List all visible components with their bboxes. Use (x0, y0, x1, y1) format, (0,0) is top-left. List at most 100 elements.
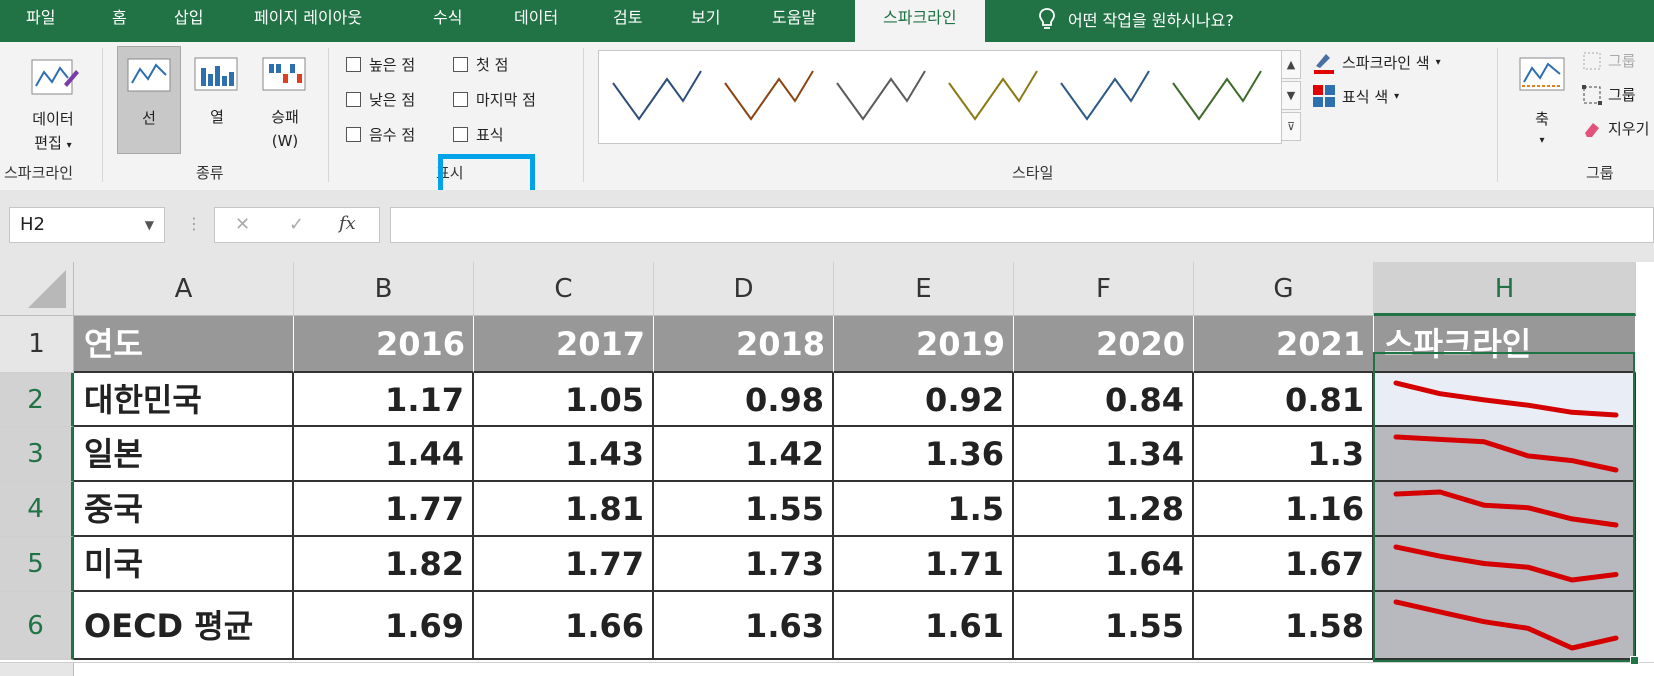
sparkline-cell-h4[interactable] (1374, 482, 1636, 537)
cell-c4[interactable]: 1.81 (474, 482, 654, 537)
last-point-checkbox[interactable]: 마지막 점 (453, 89, 536, 110)
ungroup-button[interactable]: 그룹 (1582, 84, 1636, 105)
cell-c2[interactable]: 1.05 (474, 373, 654, 427)
row-header-5[interactable]: 5 (0, 537, 74, 592)
tab-page-layout[interactable]: 페이지 레이아웃 (254, 0, 362, 38)
cell-g6[interactable]: 1.58 (1194, 592, 1374, 660)
formula-input[interactable] (390, 207, 1654, 243)
tab-data[interactable]: 데이터 (514, 0, 558, 38)
column-header-c[interactable]: C (474, 262, 654, 316)
cell-a2[interactable]: 대한민국 (74, 373, 294, 427)
cell-f1[interactable]: 2020 (1014, 316, 1194, 373)
type-column-button[interactable]: 열 (185, 46, 249, 154)
tab-file[interactable]: 파일 (26, 0, 55, 38)
cell-c6[interactable]: 1.66 (474, 592, 654, 660)
cell-b6[interactable]: 1.69 (294, 592, 474, 660)
cell-b4[interactable]: 1.77 (294, 482, 474, 537)
cell-f4[interactable]: 1.28 (1014, 482, 1194, 537)
column-header-h[interactable]: H (1374, 262, 1636, 316)
cell-d1[interactable]: 2018 (654, 316, 834, 373)
cell-b3[interactable]: 1.44 (294, 427, 474, 482)
cell-c5[interactable]: 1.77 (474, 537, 654, 592)
sparkline-style-swatch[interactable] (609, 63, 705, 129)
gallery-scroll-down[interactable]: ▼ (1281, 81, 1301, 110)
cell-a3[interactable]: 일본 (74, 427, 294, 482)
column-header-e[interactable]: E (834, 262, 1014, 316)
column-header-f[interactable]: F (1014, 262, 1194, 316)
cell-g1[interactable]: 2021 (1194, 316, 1374, 373)
fill-handle[interactable] (1630, 656, 1639, 665)
cell-e5[interactable]: 1.71 (834, 537, 1014, 592)
cell-f2[interactable]: 0.84 (1014, 373, 1194, 427)
name-box[interactable]: H2 ▼ (9, 207, 165, 243)
sparkline-style-swatch[interactable] (833, 63, 929, 129)
cell-g5[interactable]: 1.67 (1194, 537, 1374, 592)
tell-me-search[interactable]: 어떤 작업을 원하시나요? (1038, 0, 1234, 38)
low-point-checkbox[interactable]: 낮은 점 (346, 89, 415, 110)
high-point-checkbox[interactable]: 높은 점 (346, 54, 415, 75)
edit-data-button[interactable]: 데이터 편집 ▾ (8, 48, 98, 156)
row-header-7[interactable] (0, 663, 74, 676)
cell-b2[interactable]: 1.17 (294, 373, 474, 427)
column-header-g[interactable]: G (1194, 262, 1374, 316)
sparkline-style-gallery[interactable] (598, 50, 1282, 144)
sparkline-style-swatch[interactable] (721, 63, 817, 129)
sparkline-cell-h6[interactable] (1374, 592, 1636, 660)
enter-icon[interactable]: ✓ (289, 214, 304, 235)
sparkline-style-swatch[interactable] (945, 63, 1041, 129)
sparkline-style-swatch[interactable] (1057, 63, 1153, 129)
cell-e6[interactable]: 1.61 (834, 592, 1014, 660)
cell-e1[interactable]: 2019 (834, 316, 1014, 373)
markers-checkbox[interactable]: 표식 (453, 124, 504, 145)
tab-home[interactable]: 홈 (112, 0, 127, 38)
cell-d2[interactable]: 0.98 (654, 373, 834, 427)
negative-points-checkbox[interactable]: 음수 점 (346, 124, 415, 145)
tab-insert[interactable]: 삽입 (174, 0, 203, 38)
sparkline-cell-h5[interactable] (1374, 537, 1636, 592)
marker-color-button[interactable]: 표식 색 ▾ (1312, 84, 1399, 108)
tab-view[interactable]: 보기 (691, 0, 720, 38)
cell-c3[interactable]: 1.43 (474, 427, 654, 482)
select-all-button[interactable] (0, 262, 74, 316)
gallery-more-button[interactable]: ⊽ (1281, 112, 1301, 141)
cancel-icon[interactable]: ✕ (235, 214, 250, 235)
row-header-6[interactable]: 6 (0, 592, 74, 660)
gallery-scroll-up[interactable]: ▲ (1281, 50, 1301, 79)
column-header-d[interactable]: D (654, 262, 834, 316)
cell-f5[interactable]: 1.64 (1014, 537, 1194, 592)
cell-h1[interactable]: 스파크라인 (1374, 316, 1636, 373)
row-header-2[interactable]: 2 (0, 373, 74, 427)
row-header-1[interactable]: 1 (0, 316, 74, 373)
cell-d4[interactable]: 1.55 (654, 482, 834, 537)
clear-button[interactable]: 지우기 (1582, 118, 1649, 139)
cell-b1[interactable]: 2016 (294, 316, 474, 373)
tab-help[interactable]: 도움말 (772, 0, 816, 38)
cell-f3[interactable]: 1.34 (1014, 427, 1194, 482)
cell-e2[interactable]: 0.92 (834, 373, 1014, 427)
row-header-3[interactable]: 3 (0, 427, 74, 482)
tab-review[interactable]: 검토 (613, 0, 642, 38)
tab-sparkline[interactable]: 스파크라인 (855, 0, 985, 42)
cell-a4[interactable]: 중국 (74, 482, 294, 537)
cell-b5[interactable]: 1.82 (294, 537, 474, 592)
cell-a1[interactable]: 연도 (74, 316, 294, 373)
cell-d6[interactable]: 1.63 (654, 592, 834, 660)
cell-d5[interactable]: 1.73 (654, 537, 834, 592)
sparkline-color-button[interactable]: 스파크라인 색 ▾ (1312, 50, 1441, 74)
cell-c1[interactable]: 2017 (474, 316, 654, 373)
column-header-a[interactable]: A (74, 262, 294, 316)
tab-formulas[interactable]: 수식 (433, 0, 462, 38)
cell-g4[interactable]: 1.16 (1194, 482, 1374, 537)
axis-button[interactable]: 축 ▾ (1512, 48, 1572, 156)
cell-f6[interactable]: 1.55 (1014, 592, 1194, 660)
insert-function-button[interactable]: fx (339, 213, 356, 234)
cell-a5[interactable]: 미국 (74, 537, 294, 592)
type-line-button[interactable]: 선 (117, 46, 181, 154)
first-point-checkbox[interactable]: 첫 점 (453, 54, 508, 75)
cell-g2[interactable]: 0.81 (1194, 373, 1374, 427)
sparkline-cell-h3[interactable] (1374, 427, 1636, 482)
cell-e3[interactable]: 1.36 (834, 427, 1014, 482)
cell-a6[interactable]: OECD 평균 (74, 592, 294, 660)
sparkline-style-swatch[interactable] (1169, 63, 1265, 129)
cell-e4[interactable]: 1.5 (834, 482, 1014, 537)
